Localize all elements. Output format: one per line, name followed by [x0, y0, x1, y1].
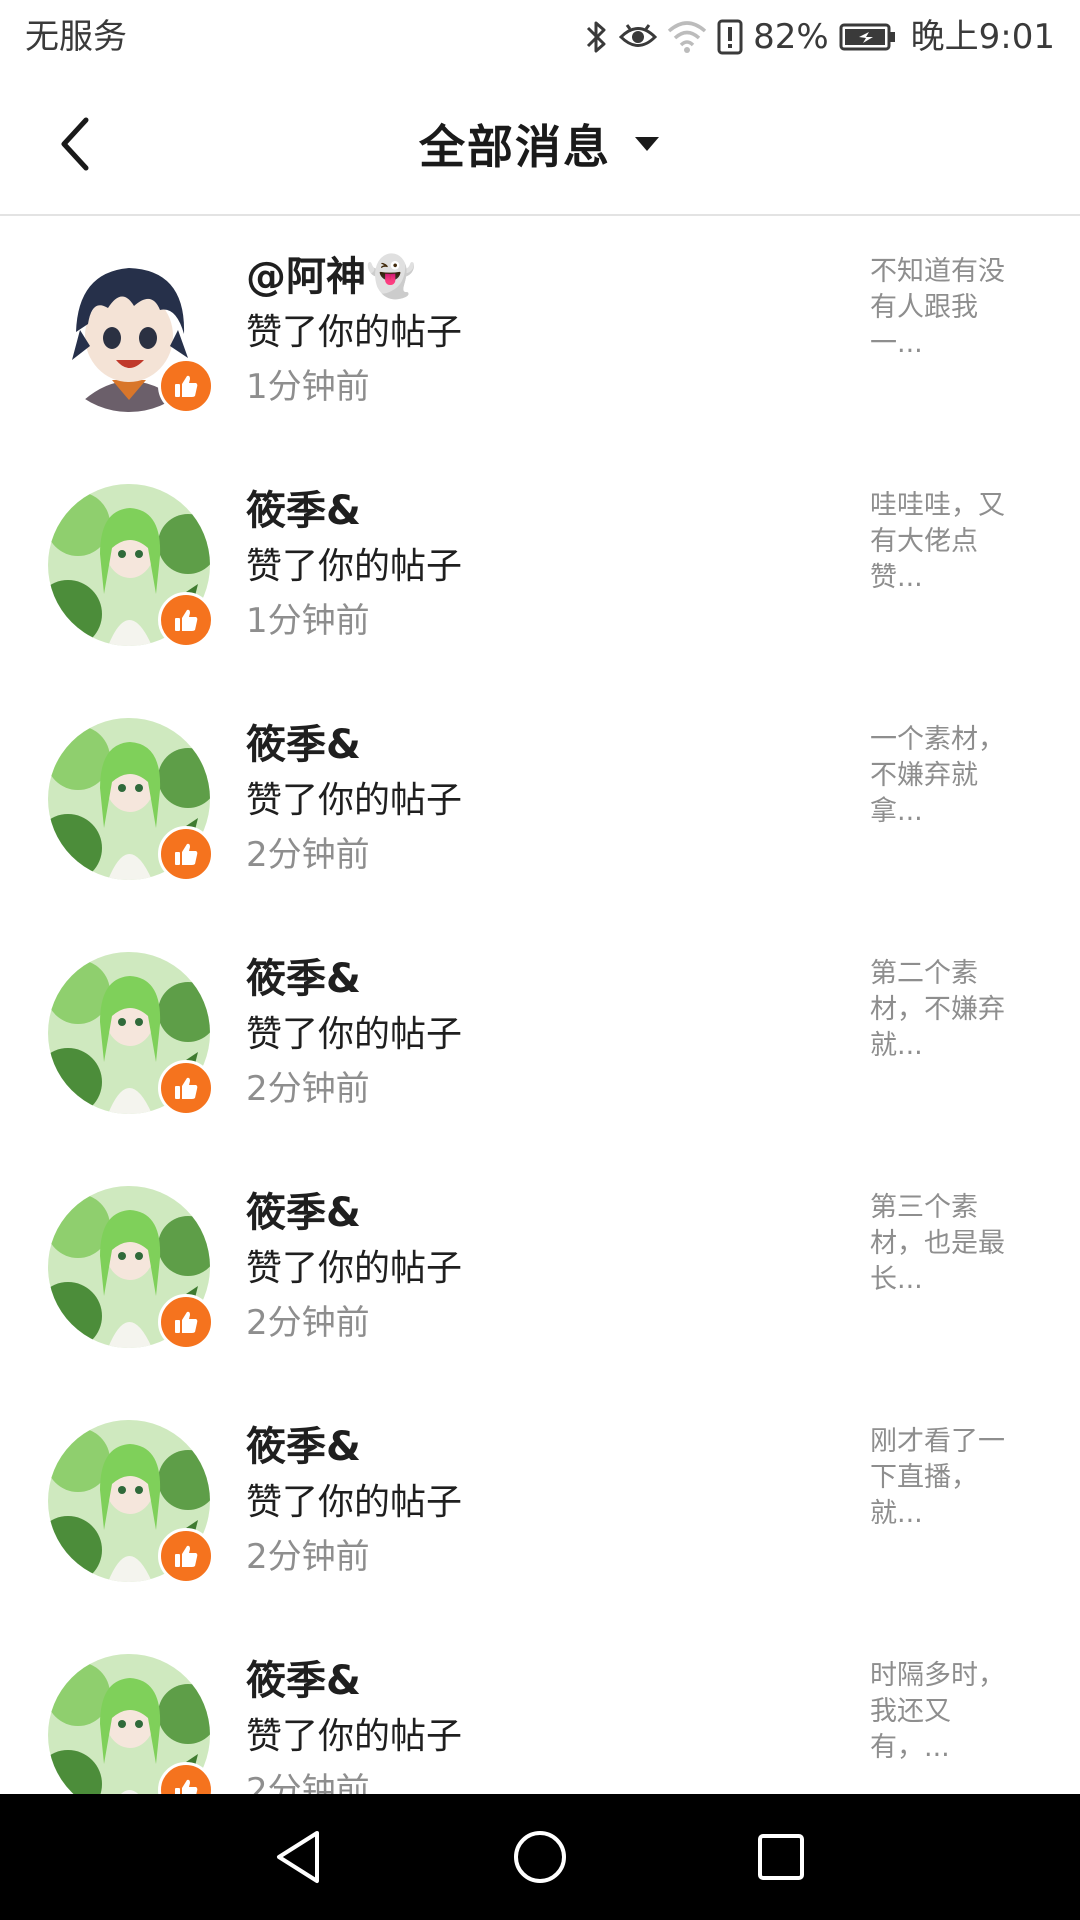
avatar[interactable]	[48, 250, 214, 414]
post-preview[interactable]: 一个素材，不嫌弃就拿...	[870, 722, 1030, 830]
notification-time: 2分钟前	[246, 1537, 370, 1577]
battery-charging-icon	[839, 22, 897, 52]
like-badge	[158, 1294, 214, 1350]
like-badge	[158, 1060, 214, 1116]
thumbs-up-icon	[175, 1779, 198, 1794]
list-item[interactable]: 筱季& 赞了你的帖子 2分钟前 第二个素材，不嫌弃就...	[0, 918, 1080, 1152]
message-filter-dropdown[interactable]: 全部消息	[419, 111, 661, 177]
sender-name[interactable]: 筱季&	[246, 1422, 361, 1472]
recents-square-icon	[758, 1834, 804, 1880]
sender-name[interactable]: 筱季&	[246, 1188, 361, 1238]
triangle-down-icon	[635, 137, 659, 151]
notification-time: 1分钟前	[246, 601, 370, 641]
thumbs-up-icon	[175, 843, 198, 865]
battery-alert-icon	[717, 19, 743, 55]
like-badge	[158, 1528, 214, 1584]
avatar[interactable]	[48, 718, 214, 882]
notification-time: 2分钟前	[246, 1771, 370, 1794]
nav-back-button[interactable]	[236, 1794, 362, 1920]
list-item[interactable]: @阿神👻 赞了你的帖子 1分钟前 不知道有没有人跟我一...	[0, 216, 1080, 450]
notification-action: 赞了你的帖子	[246, 1482, 463, 1523]
nav-recents-button[interactable]	[718, 1794, 844, 1920]
avatar[interactable]	[48, 1420, 214, 1584]
like-badge	[158, 592, 214, 648]
post-preview[interactable]: 时隔多时，我还又有，...	[870, 1658, 1030, 1766]
post-preview[interactable]: 不知道有没有人跟我一...	[870, 254, 1030, 362]
thumbs-up-icon	[175, 1311, 198, 1333]
list-item[interactable]: 筱季& 赞了你的帖子 2分钟前 第三个素材，也是最长...	[0, 1152, 1080, 1386]
thumbs-up-icon	[175, 609, 198, 631]
notification-action: 赞了你的帖子	[246, 546, 463, 587]
back-button[interactable]	[40, 108, 112, 180]
avatar[interactable]	[48, 1186, 214, 1350]
list-item[interactable]: 筱季& 赞了你的帖子 2分钟前 刚才看了一下直播，就...	[0, 1386, 1080, 1620]
avatar[interactable]	[48, 1654, 214, 1794]
post-preview[interactable]: 刚才看了一下直播，就...	[870, 1424, 1030, 1532]
sender-name[interactable]: @阿神👻	[246, 252, 416, 302]
carrier-label: 无服务	[25, 17, 127, 57]
notification-time: 2分钟前	[246, 835, 370, 875]
wifi-icon	[667, 21, 707, 53]
status-icons: 82% 晚上9:01	[585, 16, 1055, 58]
notification-action: 赞了你的帖子	[246, 1014, 463, 1055]
post-preview[interactable]: 第三个素材，也是最长...	[870, 1190, 1030, 1298]
like-badge	[158, 358, 214, 414]
avatar[interactable]	[48, 952, 214, 1116]
battery-percent: 82%	[753, 17, 829, 57]
notification-action: 赞了你的帖子	[246, 312, 463, 353]
sender-name[interactable]: 筱季&	[246, 1656, 361, 1706]
notification-time: 2分钟前	[246, 1069, 370, 1109]
notification-action: 赞了你的帖子	[246, 780, 463, 821]
back-arrow-icon	[61, 117, 89, 171]
sender-name[interactable]: 筱季&	[246, 720, 361, 770]
notification-list[interactable]: @阿神👻 赞了你的帖子 1分钟前 不知道有没有人跟我一... 筱季& 赞了你的帖…	[0, 216, 1080, 1794]
post-preview[interactable]: 第二个素材，不嫌弃就...	[870, 956, 1030, 1064]
avatar[interactable]	[48, 484, 214, 648]
clock: 晚上9:01	[910, 17, 1055, 57]
thumbs-up-icon	[175, 1077, 198, 1099]
bluetooth-icon	[585, 18, 609, 56]
list-item[interactable]: 筱季& 赞了你的帖子 2分钟前 时隔多时，我还又有，...	[0, 1620, 1080, 1794]
home-circle-icon	[514, 1831, 566, 1883]
thumbs-up-icon	[175, 375, 198, 397]
sender-name[interactable]: 筱季&	[246, 486, 361, 536]
like-badge	[158, 826, 214, 882]
notification-time: 1分钟前	[246, 367, 370, 407]
list-item[interactable]: 筱季& 赞了你的帖子 1分钟前 哇哇哇，又有大佬点赞...	[0, 450, 1080, 684]
post-preview[interactable]: 哇哇哇，又有大佬点赞...	[870, 488, 1030, 596]
status-bar: 无服务 82% 晚上9:01	[0, 0, 1080, 74]
sender-name[interactable]: 筱季&	[246, 954, 361, 1004]
notification-action: 赞了你的帖子	[246, 1248, 463, 1289]
nav-home-button[interactable]	[477, 1794, 603, 1920]
page-title: 全部消息	[419, 120, 611, 174]
list-item[interactable]: 筱季& 赞了你的帖子 2分钟前 一个素材，不嫌弃就拿...	[0, 684, 1080, 918]
eye-icon	[619, 22, 658, 52]
header: 全部消息	[0, 74, 1080, 216]
notification-action: 赞了你的帖子	[246, 1716, 463, 1757]
back-triangle-icon	[277, 1831, 319, 1883]
system-nav-bar	[0, 1794, 1080, 1920]
thumbs-up-icon	[175, 1545, 198, 1567]
notification-time: 2分钟前	[246, 1303, 370, 1343]
